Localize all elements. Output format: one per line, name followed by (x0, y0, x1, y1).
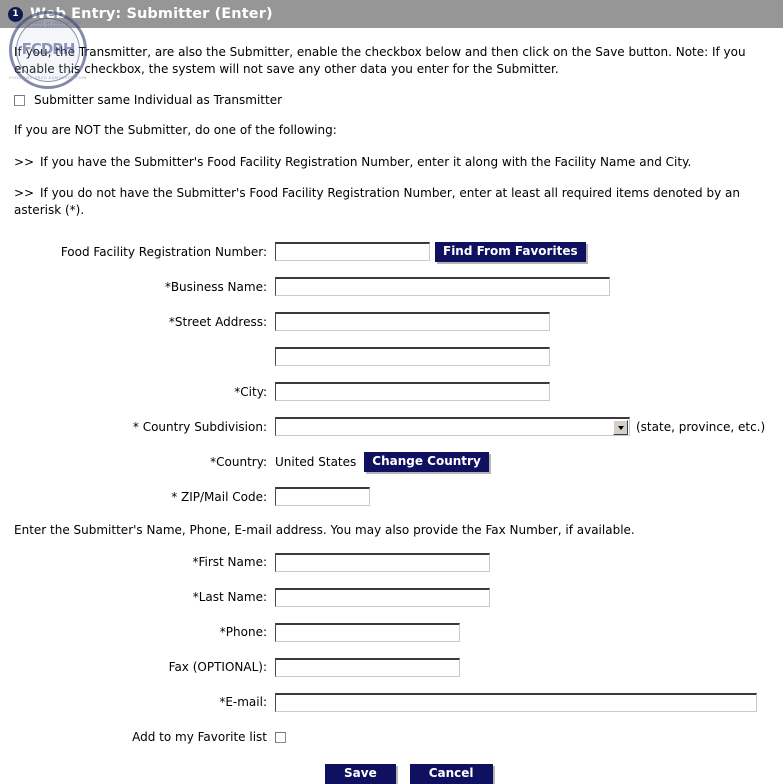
bullet-item-1: >> If you have the Submitter's Food Facil… (0, 139, 783, 171)
country-subdivision-select[interactable] (275, 417, 630, 436)
bullet-marker-icon: >> (14, 186, 35, 200)
fax-input[interactable] (275, 657, 460, 677)
form-row-street-address: *Street Address: (0, 310, 783, 333)
window-title-bar: 1 Web Entry: Submitter (Enter) (0, 0, 783, 28)
form-row-first-name: *First Name: (0, 551, 783, 574)
country-value: United States (275, 454, 357, 469)
form-row-fax: Fax (OPTIONAL): (0, 656, 783, 679)
email-input[interactable] (275, 692, 757, 712)
form-row-zip: * ZIP/Mail Code: (0, 485, 783, 508)
same-as-transmitter-row[interactable]: Submitter same Individual as Transmitter (0, 77, 783, 107)
form-row-ffrn: Food Facility Registration Number: Find … (0, 240, 783, 263)
form-row-business-name: *Business Name: (0, 275, 783, 298)
first-name-input[interactable] (275, 552, 490, 572)
country-label: *Country: (210, 454, 267, 469)
form-row-add-favorite: Add to my Favorite list (0, 726, 783, 749)
page-title: Web Entry: Submitter (Enter) (30, 6, 273, 22)
same-as-transmitter-checkbox[interactable] (14, 94, 25, 106)
city-label: *City: (234, 384, 267, 399)
form-row-country-subdivision: * Country Subdivision: (state, province,… (0, 415, 783, 438)
bullet-marker-icon: >> (14, 154, 35, 169)
change-country-button[interactable]: Change Country (364, 451, 489, 472)
same-as-transmitter-label: Submitter same Individual as Transmitter (34, 93, 283, 107)
last-name-label: *Last Name: (192, 590, 267, 604)
step-number-badge: 1 (8, 6, 23, 22)
not-submitter-text: If you are NOT the Submitter, do one of … (14, 123, 337, 137)
intro-instruction-text: If you, the Transmitter, are also the Su… (14, 45, 746, 76)
business-name-label: *Business Name: (164, 279, 267, 294)
page-content: If you, the Transmitter, are also the Su… (0, 28, 783, 784)
cancel-button[interactable]: Cancel (409, 763, 493, 784)
last-name-input[interactable] (275, 587, 490, 607)
form-action-buttons: Save Cancel (0, 763, 783, 784)
business-name-input[interactable] (275, 277, 610, 296)
bullet-item-2: >> If you do not have the Submitter's Foo… (0, 170, 783, 218)
find-from-favorites-button[interactable]: Find From Favorites (435, 241, 586, 262)
contact-note-text: Enter the Submitter's Name, Phone, E-mai… (14, 523, 635, 537)
form-row-email: *E-mail: (0, 691, 783, 714)
first-name-label: *First Name: (192, 555, 267, 569)
ffrn-label: Food Facility Registration Number: (60, 244, 267, 259)
submitter-form: Food Facility Registration Number: Find … (0, 218, 783, 784)
country-subdivision-label: * Country Subdivision: (132, 419, 267, 434)
form-row-phone: *Phone: (0, 621, 783, 644)
bullet-item-1-text: If you have the Submitter's Food Facilit… (40, 154, 692, 169)
zip-label: * ZIP/Mail Code: (171, 489, 267, 504)
ffrn-input[interactable] (275, 242, 430, 261)
street-address-input[interactable] (275, 312, 550, 331)
country-subdivision-hint: (state, province, etc.) (636, 419, 766, 434)
form-row-street-address-2 (0, 345, 783, 368)
form-row-country: *Country: United States Change Country (0, 450, 783, 473)
phone-label: *Phone: (219, 625, 267, 639)
form-row-city: *City: (0, 380, 783, 403)
email-label: *E-mail: (219, 695, 267, 709)
city-input[interactable] (275, 382, 550, 401)
save-button[interactable]: Save (325, 763, 396, 784)
bullet-item-2-text: If you do not have the Submitter's Food … (14, 186, 740, 217)
phone-input[interactable] (275, 622, 460, 642)
street-address-2-input[interactable] (275, 347, 550, 366)
chevron-down-icon[interactable] (613, 420, 628, 435)
add-to-favorite-label: Add to my Favorite list (132, 730, 267, 744)
fax-label: Fax (OPTIONAL): (168, 660, 267, 674)
zip-input[interactable] (275, 487, 370, 506)
add-to-favorite-checkbox[interactable] (275, 731, 286, 743)
form-row-last-name: *Last Name: (0, 586, 783, 609)
street-address-label: *Street Address: (168, 314, 267, 329)
